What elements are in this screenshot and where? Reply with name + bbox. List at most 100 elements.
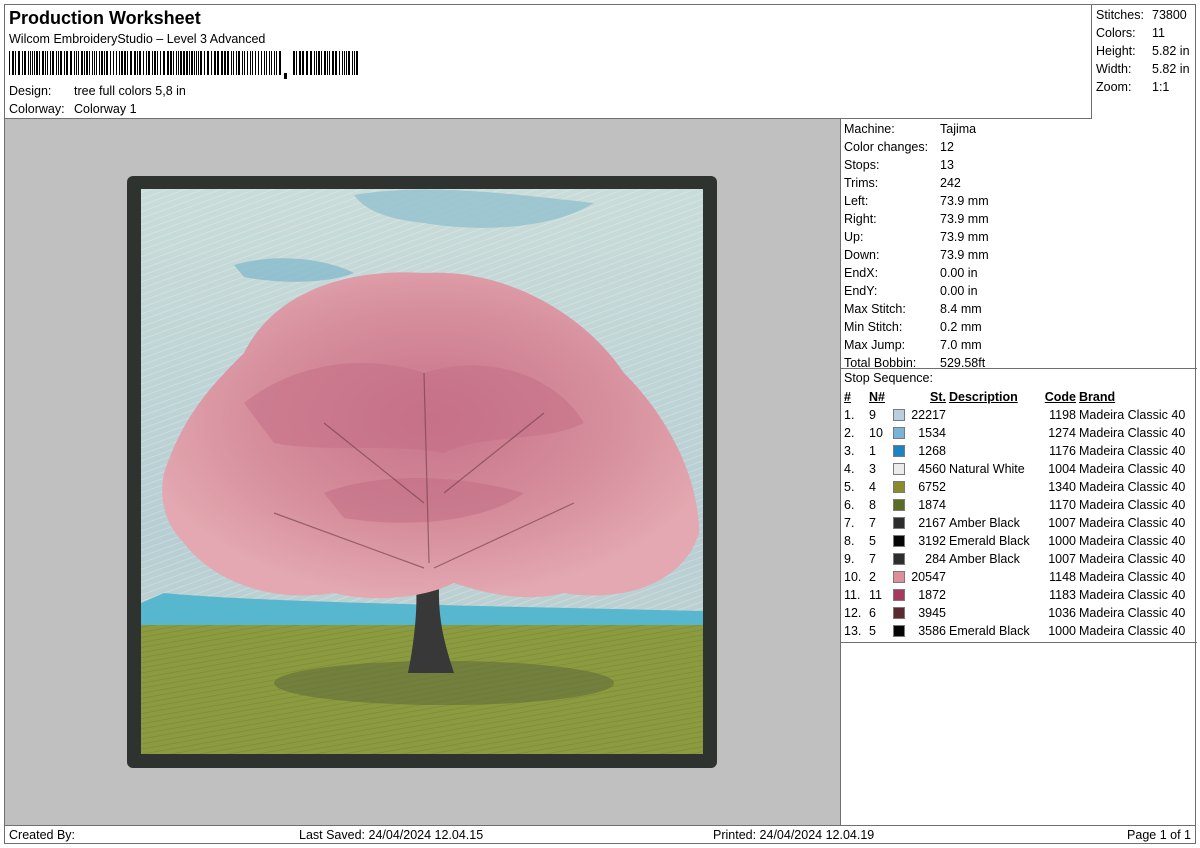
barcode-bar (12, 51, 14, 75)
col-header-description: Description (949, 390, 1018, 404)
machine-label: EndX: (844, 266, 879, 280)
stop-brand: Madeira Classic 40 (1079, 516, 1186, 530)
barcode-bar (186, 51, 188, 75)
barcode-bar (198, 51, 199, 75)
stop-description: Amber Black (949, 552, 1020, 566)
barcode-bar (236, 51, 237, 75)
barcode-bar (121, 51, 123, 75)
barcode-bar (104, 51, 105, 75)
stat-row: Stitches: 73800 (1096, 6, 1195, 24)
barcode-bar (81, 51, 83, 75)
barcode-bar (191, 51, 193, 75)
col-header-index: # (844, 390, 851, 404)
barcode-bar (279, 51, 281, 75)
machine-row: Trims: 242 (844, 174, 1197, 192)
barcode-bar (244, 51, 245, 75)
stop-code: 1170 (1049, 498, 1076, 512)
stat-label: Height: (1096, 44, 1136, 58)
machine-row: EndX: 0.00 in (844, 264, 1197, 282)
barcode-bar (42, 51, 44, 75)
stop-brand: Madeira Classic 40 (1079, 408, 1186, 422)
barcode-bar (163, 51, 165, 75)
barcode-bar (352, 51, 353, 75)
last-saved: Last Saved: 24/04/2024 12.04.15 (299, 828, 484, 842)
worksheet-footer: Created By: Last Saved: 24/04/2024 12.04… (5, 825, 1195, 844)
machine-value: 73.9 mm (940, 230, 989, 244)
stop-code: 1148 (1049, 570, 1076, 584)
stop-row: 10. 2 20547 1148 Madeira Classic 40 (844, 568, 1197, 586)
machine-value: 73.9 mm (940, 248, 989, 262)
barcode-bar (66, 51, 68, 75)
barcode-bar (346, 51, 347, 75)
stop-brand: Madeira Classic 40 (1079, 426, 1186, 440)
thread-color-swatch (893, 481, 905, 493)
barcode-bar (92, 51, 93, 75)
design-stats: Stitches: 73800 Colors: 11 Height: 5.82 in Wid… (1092, 5, 1195, 119)
design-value: tree full colors 5,8 in (74, 84, 186, 98)
stop-description: Emerald Black (949, 624, 1030, 638)
barcode-bar (56, 51, 57, 75)
barcode-bar (58, 51, 59, 75)
stop-needle: 7 (869, 552, 876, 566)
machine-row: Min Stitch: 0.2 mm (844, 318, 1197, 336)
stop-index: 4. (844, 462, 855, 476)
thread-color-swatch (893, 409, 905, 421)
stop-index: 6. (844, 498, 855, 512)
machine-label: Color changes: (844, 140, 929, 154)
created-by: Created By: (9, 828, 76, 842)
barcode-bar (113, 51, 114, 75)
stop-needle: 2 (869, 570, 876, 584)
stop-code: 1274 (1048, 426, 1076, 440)
machine-row: EndY: 0.00 in (844, 282, 1197, 300)
barcode-bar (264, 51, 265, 75)
barcode-bar (271, 51, 272, 75)
stop-needle: 5 (869, 534, 876, 548)
barcode-bar (296, 51, 297, 75)
thread-color-swatch (893, 625, 905, 637)
machine-row: Max Stitch: 8.4 mm (844, 300, 1197, 318)
stat-value: 5.82 in (1152, 44, 1190, 58)
stop-needle: 7 (869, 516, 876, 530)
barcode-bar (64, 51, 65, 75)
barcode-bar (139, 51, 141, 75)
barcode-bar (148, 51, 150, 75)
stop-brand: Madeira Classic 40 (1079, 552, 1186, 566)
barcode-bar (9, 51, 10, 75)
machine-label: Up: (844, 230, 864, 244)
stat-label: Zoom: (1096, 80, 1132, 94)
stop-stitches: 6752 (918, 480, 946, 494)
barcode-bar (22, 51, 23, 75)
barcode-bar (15, 51, 16, 75)
stop-brand: Madeira Classic 40 (1079, 588, 1186, 602)
barcode-bar (30, 51, 31, 75)
barcode-bar (99, 51, 100, 75)
stat-label: Width: (1096, 62, 1132, 76)
stop-row: 1. 9 22217 1198 Madeira Classic 40 (844, 406, 1197, 424)
stat-row: Colors: 11 (1096, 24, 1195, 42)
stop-row: 6. 8 1874 1170 Madeira Classic 40 (844, 496, 1197, 514)
thread-color-swatch (893, 535, 905, 547)
barcode-bar (194, 51, 195, 75)
barcode-bar (196, 51, 197, 75)
barcode-bar (47, 51, 48, 75)
barcode-bar (176, 51, 177, 75)
barcode-bar (94, 51, 95, 75)
col-header-brand: Brand (1079, 390, 1116, 404)
stop-needle: 10 (869, 426, 883, 440)
stop-brand: Madeira Classic 40 (1079, 462, 1186, 476)
stop-needle: 5 (869, 624, 876, 638)
stop-index: 13. (844, 624, 862, 638)
colorway-label: Colorway: (9, 102, 65, 116)
stop-needle: 1 (869, 444, 876, 458)
barcode-bar (76, 51, 77, 75)
machine-row: Color changes: 12 (844, 138, 1197, 156)
machine-row: Left: 73.9 mm (844, 192, 1197, 210)
thread-color-swatch (893, 463, 905, 475)
stop-stitches: 3945 (918, 606, 946, 620)
barcode-bar (342, 51, 343, 75)
stop-stitches: 3192 (918, 534, 946, 548)
machine-value: 0.2 mm (940, 320, 982, 334)
stop-stitches: 284 (925, 552, 946, 566)
design-label: Design: (9, 84, 52, 98)
barcode-bar (310, 51, 312, 75)
